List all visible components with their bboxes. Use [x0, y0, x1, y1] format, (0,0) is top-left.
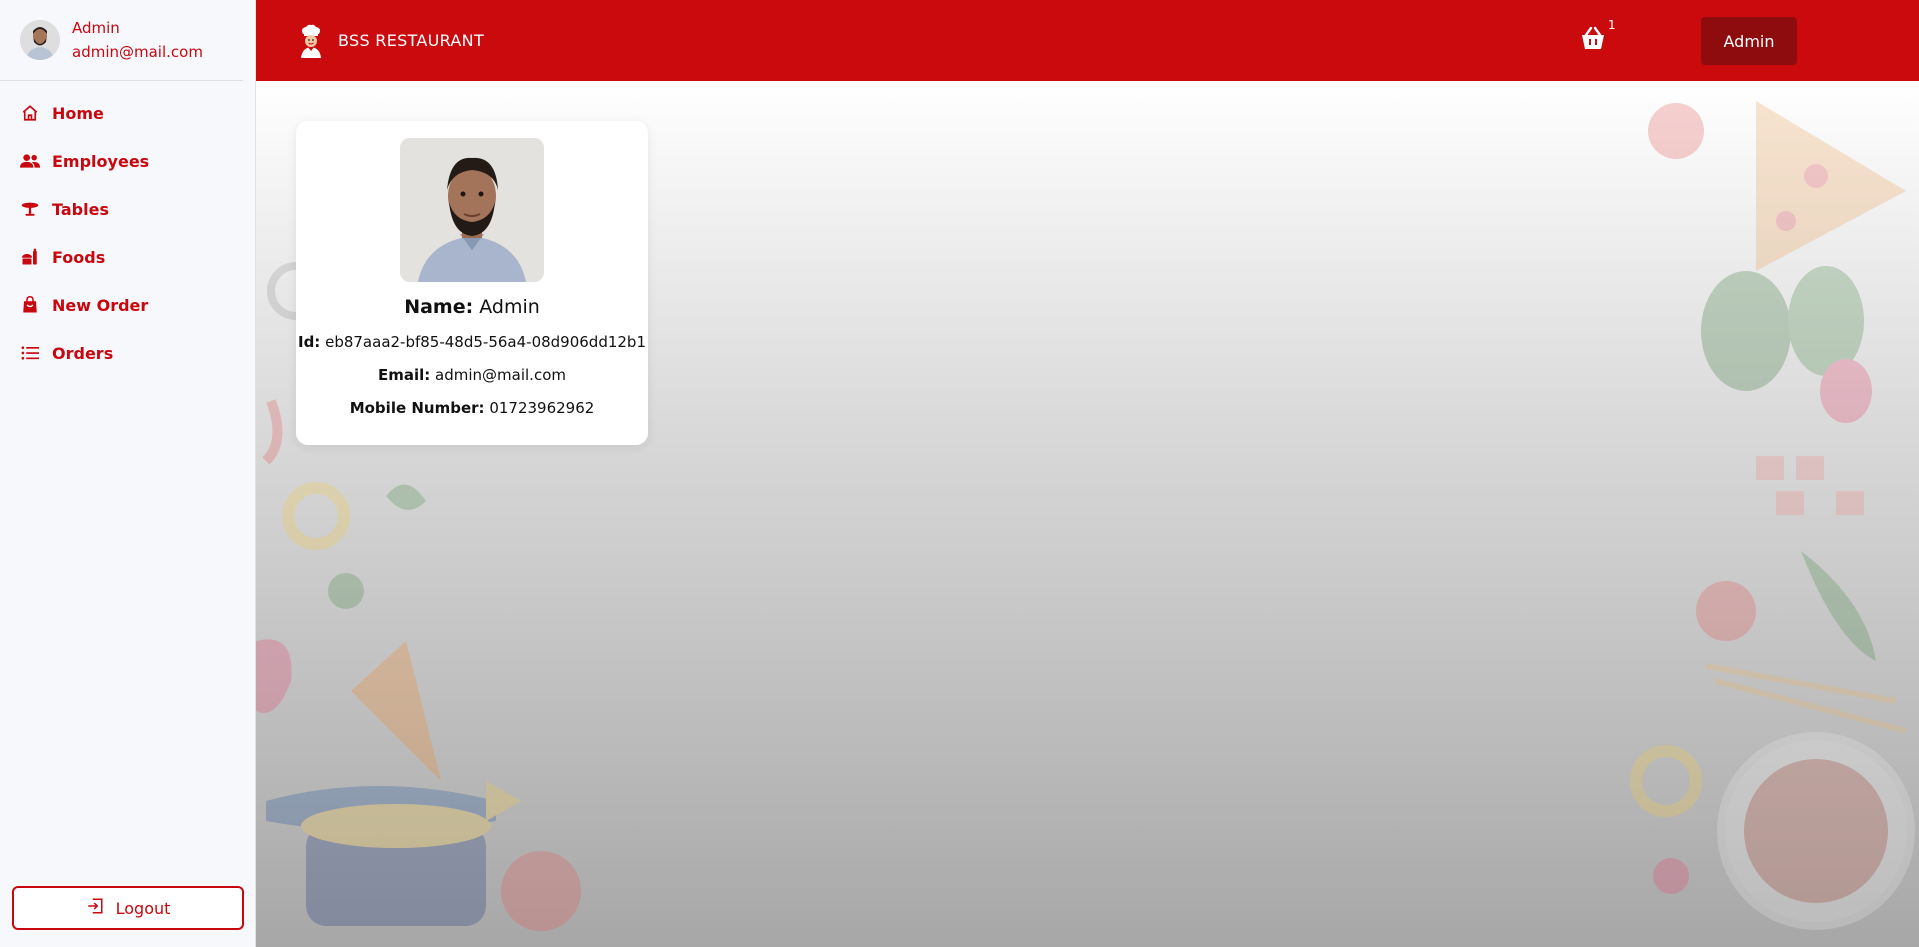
list-icon [20, 343, 40, 363]
avatar [20, 20, 60, 60]
table-icon [20, 199, 40, 219]
profile-card: Name: Admin Id: eb87aaa2-bf85-48d5-56a4-… [296, 121, 648, 445]
sidebar-item-label: Tables [52, 199, 109, 219]
admin-button[interactable]: Admin [1701, 17, 1797, 65]
mobile-label: Mobile Number: [349, 399, 485, 417]
cart-icon[interactable] [1580, 26, 1608, 54]
main-content: Name: Admin Id: eb87aaa2-bf85-48d5-56a4-… [256, 81, 1919, 947]
people-icon [20, 151, 40, 171]
sidebar-item-foods[interactable]: Foods [0, 233, 255, 281]
logout-icon [86, 897, 104, 919]
food-icon [20, 247, 40, 267]
sidebar-item-label: New Order [52, 295, 149, 315]
profile-email-value: admin@mail.com [435, 366, 566, 384]
email-label: Email: [377, 366, 431, 384]
profile-name-value: Admin [479, 296, 540, 318]
sidebar-profile: Admin admin@mail.com [0, 0, 243, 81]
sidebar-item-label: Home [52, 103, 104, 123]
profile-id-value: eb87aaa2-bf85-48d5-56a4-08d906dd12b1 [325, 333, 646, 351]
id-label: Id: [297, 333, 321, 351]
sidebar-item-orders[interactable]: Orders [0, 329, 255, 377]
sidebar: Admin admin@mail.com Home Employees Tabl… [0, 0, 256, 947]
cart-count-badge: 1 [1608, 18, 1616, 32]
sidebar-user-name: Admin [72, 19, 120, 37]
profile-mobile-value: 01723962962 [489, 399, 595, 417]
sidebar-item-new-order[interactable]: New Order [0, 281, 255, 329]
brand[interactable]: BSS RESTAURANT [298, 24, 484, 58]
sidebar-user-email: admin@mail.com [72, 43, 203, 61]
name-label: Name: [404, 296, 474, 318]
logout-button[interactable]: Logout [12, 886, 244, 930]
profile-mobile-line: Mobile Number: 01723962962 [296, 399, 648, 417]
sidebar-item-label: Foods [52, 247, 106, 267]
sidebar-nav: Home Employees Tables Foods New Order Or… [0, 81, 255, 377]
profile-email-line: Email: admin@mail.com [296, 366, 648, 384]
chef-logo-icon [298, 24, 324, 58]
profile-photo [400, 138, 544, 282]
profile-name-line: Name: Admin [296, 296, 648, 318]
logout-label: Logout [115, 898, 171, 918]
sidebar-item-label: Employees [52, 151, 150, 171]
sidebar-item-label: Orders [52, 343, 114, 363]
sidebar-item-tables[interactable]: Tables [0, 185, 255, 233]
sidebar-item-employees[interactable]: Employees [0, 137, 255, 185]
shopping-bag-icon [20, 295, 40, 315]
home-icon [20, 103, 40, 123]
sidebar-item-home[interactable]: Home [0, 89, 255, 137]
profile-id-line: Id: eb87aaa2-bf85-48d5-56a4-08d906dd12b1 [296, 333, 648, 351]
top-header: BSS RESTAURANT Admin [256, 0, 1919, 81]
brand-title: BSS RESTAURANT [338, 31, 485, 50]
